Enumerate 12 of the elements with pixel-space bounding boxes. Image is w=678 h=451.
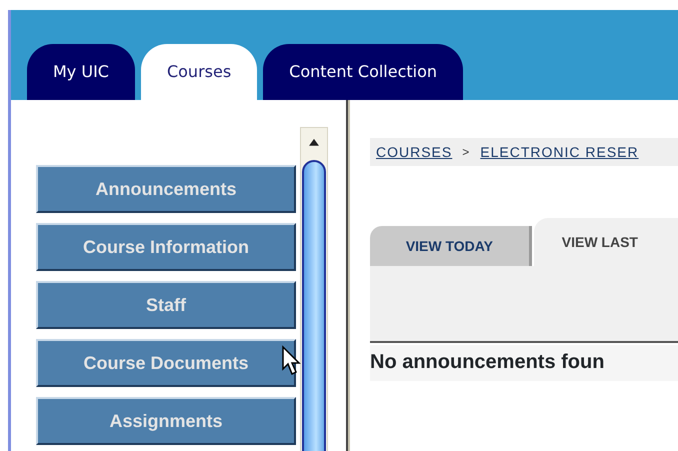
nav-tab[interactable]: Content Collection (263, 44, 464, 100)
view-tab[interactable]: VIEW LAST (534, 218, 678, 266)
empty-message: No announcements foun (370, 345, 678, 381)
nav-tab[interactable]: My UIC (27, 44, 135, 100)
view-tab[interactable]: VIEW TODAY (370, 226, 532, 266)
nav-tab[interactable]: Courses (140, 44, 258, 100)
breadcrumb-link[interactable]: COURSES (376, 142, 452, 162)
breadcrumb-link[interactable]: ELECTRONIC RESER (480, 142, 639, 162)
scroll-thumb[interactable] (302, 160, 326, 451)
pointer-icon (281, 345, 303, 377)
scrollbar[interactable] (300, 127, 328, 451)
breadcrumb-separator: > (462, 144, 470, 161)
